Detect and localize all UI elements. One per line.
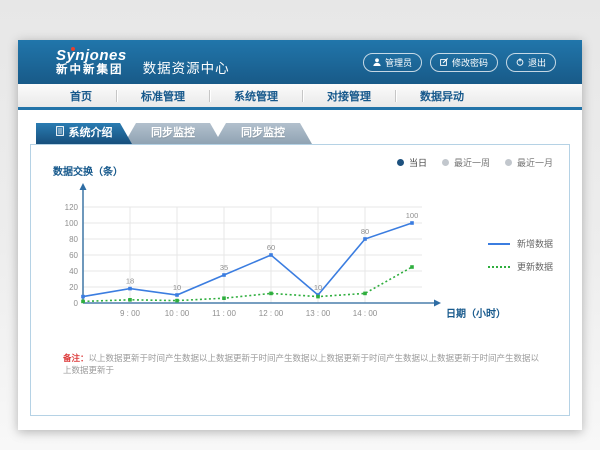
nav-item-system-mgmt[interactable]: 系统管理 <box>228 88 284 104</box>
filter-last-week[interactable]: 最近一周 <box>442 156 490 169</box>
x-tick-label: 12 : 00 <box>259 309 284 318</box>
x-tick-label: 10 : 00 <box>165 309 190 318</box>
y-tick-label: 80 <box>69 235 78 244</box>
data-point-marker <box>175 299 179 303</box>
chart-canvas: 0 20 40 60 80 100 120 9 : 00 10 : 00 11 : 00 12 : … <box>47 181 517 329</box>
tab-system-intro[interactable]: 系统介绍 <box>36 123 132 144</box>
data-point-label: 100 <box>406 211 419 220</box>
data-point-marker <box>81 295 85 299</box>
nav-divider <box>209 90 210 102</box>
time-range-filters: 当日 最近一周 最近一月 <box>397 156 553 169</box>
data-point-marker <box>316 295 320 299</box>
filter-label: 最近一周 <box>454 156 490 169</box>
nav-item-integration-mgmt[interactable]: 对接管理 <box>321 88 377 104</box>
data-point-marker <box>269 292 273 296</box>
legend-line-solid <box>488 243 510 245</box>
y-axis-title: 数据交换（条） <box>53 163 123 178</box>
x-tick-label: 11 : 00 <box>212 309 236 318</box>
footer-note: 备注：以上数据更新于时间产生数据以上数据更新于时间产生数据以上数据更新于时间产生… <box>63 353 545 377</box>
nav-divider <box>395 90 396 102</box>
change-password-label: 修改密码 <box>452 56 488 69</box>
data-point-marker <box>363 292 367 296</box>
data-point-marker <box>410 221 414 225</box>
radio-dot <box>505 159 512 166</box>
data-point-marker <box>363 237 367 241</box>
tabstrip: 系统介绍 同步监控 同步监控 <box>36 123 570 144</box>
data-point-marker <box>175 293 179 297</box>
legend-item-updated-data: 更新数据 <box>488 260 553 273</box>
app-header: Synjones 新中新集团 数据资源中心 管理员 修改密码 <box>18 40 582 84</box>
data-point-label: 10 <box>173 283 181 292</box>
nav-divider <box>302 90 303 102</box>
document-icon <box>56 123 64 144</box>
legend-label: 新增数据 <box>517 237 553 250</box>
main-nav: 首页 标准管理 系统管理 对接管理 数据异动 <box>18 84 582 110</box>
radio-dot <box>397 159 404 166</box>
x-axis-title: 日期（小时） <box>446 307 506 320</box>
user-name: 管理员 <box>385 56 412 69</box>
filter-label: 当日 <box>409 156 427 169</box>
y-tick-label: 120 <box>65 203 79 212</box>
app-window: Synjones 新中新集团 数据资源中心 管理员 修改密码 <box>18 40 582 430</box>
filter-label: 最近一月 <box>517 156 553 169</box>
filter-today[interactable]: 当日 <box>397 156 427 169</box>
chart-legend: 新增数据 更新数据 <box>488 237 553 273</box>
edit-icon <box>440 58 448 66</box>
brand-logo-text: Synjones <box>56 48 127 64</box>
data-point-label: 35 <box>220 263 228 272</box>
userbar: 管理员 修改密码 退出 <box>363 53 556 72</box>
y-tick-label: 60 <box>69 251 78 260</box>
x-tick-label: 13 : 00 <box>306 309 331 318</box>
tab-label: 系统介绍 <box>69 123 113 144</box>
filter-last-month[interactable]: 最近一月 <box>505 156 553 169</box>
data-point-marker <box>222 273 226 277</box>
logout-button[interactable]: 退出 <box>506 53 556 72</box>
brand-logo-cn: 新中新集团 <box>56 64 127 76</box>
user-button[interactable]: 管理员 <box>363 53 422 72</box>
legend-item-new-data: 新增数据 <box>488 237 553 250</box>
brand-logo[interactable]: Synjones 新中新集团 <box>56 48 127 76</box>
tab-sync-monitor-1[interactable]: 同步监控 <box>124 123 222 144</box>
legend-label: 更新数据 <box>517 260 553 273</box>
nav-item-data-change[interactable]: 数据异动 <box>414 88 470 104</box>
desktop-background: Synjones 新中新集团 数据资源中心 管理员 修改密码 <box>0 0 600 450</box>
data-point-marker <box>269 253 273 257</box>
data-point-marker <box>222 296 226 300</box>
data-point-marker <box>81 300 85 304</box>
logout-label: 退出 <box>528 56 546 69</box>
note-prefix: 备注： <box>63 353 89 363</box>
data-point-marker <box>410 265 414 269</box>
nav-divider <box>116 90 117 102</box>
data-point-label: 18 <box>126 277 134 286</box>
tab-sync-monitor-2[interactable]: 同步监控 <box>214 123 312 144</box>
y-tick-label: 100 <box>65 219 79 228</box>
y-axis-arrow <box>80 183 87 190</box>
x-axis-arrow <box>434 300 441 307</box>
data-point-marker <box>128 287 132 291</box>
chart-panel: 当日 最近一周 最近一月 数据交换（条） 0 20 40 60 80 100 120 9 : … <box>30 144 570 416</box>
nav-item-standard-mgmt[interactable]: 标准管理 <box>135 88 191 104</box>
nav-item-home[interactable]: 首页 <box>64 88 98 104</box>
user-icon <box>373 58 381 66</box>
line-chart: 0 20 40 60 80 100 120 9 : 00 10 : 00 11 : 00 12 : … <box>47 181 517 334</box>
radio-dot <box>442 159 449 166</box>
data-point-label: 10 <box>314 283 322 292</box>
x-tick-label: 9 : 00 <box>120 309 141 318</box>
data-point-label: 80 <box>361 227 369 236</box>
y-tick-label: 0 <box>74 299 79 308</box>
legend-line-dotted <box>488 266 510 268</box>
page-title: 数据资源中心 <box>143 57 230 77</box>
data-point-label: 60 <box>267 243 275 252</box>
data-point-marker <box>128 298 132 302</box>
y-tick-label: 20 <box>69 283 78 292</box>
change-password-button[interactable]: 修改密码 <box>430 53 498 72</box>
note-text: 以上数据更新于时间产生数据以上数据更新于时间产生数据以上数据更新于时间产生数据以… <box>63 353 539 375</box>
y-tick-label: 40 <box>69 267 78 276</box>
power-icon <box>516 58 524 66</box>
x-tick-label: 14 : 00 <box>353 309 378 318</box>
